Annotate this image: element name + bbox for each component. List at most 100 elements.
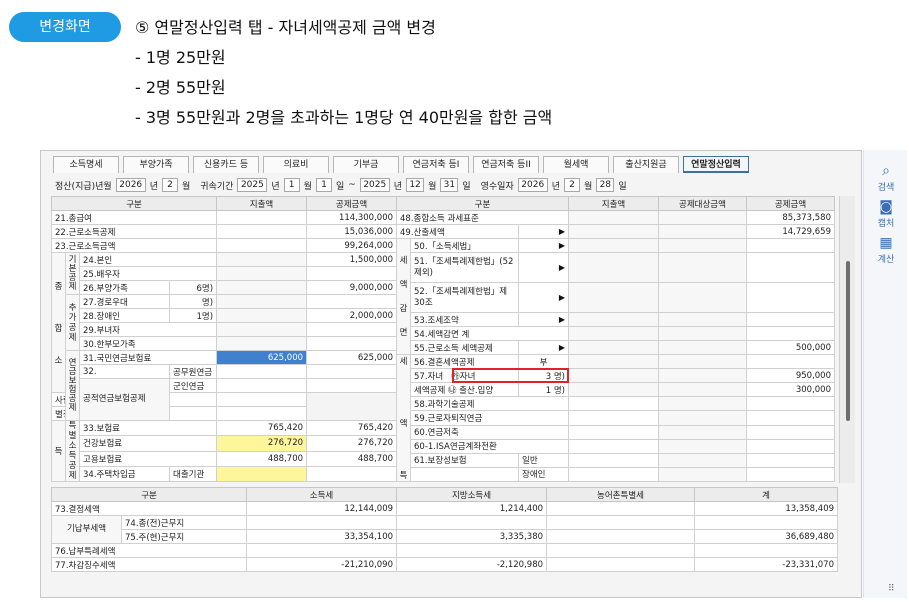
target-cell (658, 252, 747, 283)
to-year-field[interactable]: 2025 (359, 178, 390, 192)
note-line-3: - 3명 55만원과 2명을 초과하는 1명당 연 40만원을 합한 금액 (135, 108, 553, 127)
tab-medical[interactable]: 의료비 (263, 156, 329, 173)
col-header: 농어촌특별세 (546, 487, 696, 502)
group-label: 득 (51, 420, 66, 482)
credit-cell (746, 326, 835, 341)
expense-cell[interactable] (568, 466, 659, 483)
credit-cell: 14,729,659 (746, 224, 835, 239)
receipt-date-label: 영수일자 (480, 181, 514, 192)
tab-pension-savings-2[interactable]: 연금저축 등II (473, 156, 539, 173)
tab-year-end-input[interactable]: 연말정산입력 (683, 156, 749, 173)
row-label: 53.조세조약 (410, 312, 519, 327)
row-label: 75.주(현)근무지 (120, 529, 248, 544)
receipt-month-field[interactable]: 2 (564, 178, 581, 192)
expense-cell[interactable] (216, 224, 308, 239)
calculator-icon: ▦ (879, 235, 893, 251)
note-line-1: - 1명 25만원 (135, 48, 226, 67)
table-row: 61.보장성보험 일반 (397, 452, 835, 468)
expense-cell[interactable] (216, 238, 308, 253)
target-cell (658, 382, 747, 398)
credit-cell (746, 312, 835, 327)
deduction-cell (306, 465, 398, 483)
deduction-cell (216, 392, 308, 407)
expense-cell[interactable] (568, 424, 659, 440)
row-label: 49.산출세액 (396, 224, 519, 239)
count-cell[interactable]: 1명) (168, 308, 218, 323)
national-pension-expense-field[interactable]: 625,000 (216, 350, 308, 365)
tab-monthly-rent[interactable]: 월세액 (543, 156, 609, 173)
tab-bar: 소득명세 부양가족 신용카드 등 의료비 기부금 연금저축 등I 연금저축 등I… (53, 156, 753, 173)
settlement-year-field[interactable]: 2026 (115, 178, 146, 192)
tab-donation[interactable]: 기부금 (333, 156, 399, 173)
search-button[interactable]: ⌕ 검색 (864, 162, 908, 198)
row-label: 54.세액감면 계 (410, 326, 569, 341)
col-header: 지출액 (568, 196, 659, 211)
unit-label: 일 (462, 181, 471, 192)
calculator-button[interactable]: ▦ 계산 (864, 234, 908, 270)
arrow-button[interactable]: ▶ (518, 282, 569, 313)
tab-income-detail[interactable]: 소득명세 (53, 156, 119, 173)
credit-cell (746, 466, 835, 483)
marriage-credit-select[interactable]: 부 (518, 353, 569, 370)
expense-cell[interactable] (568, 410, 659, 426)
housing-loan-expense-field[interactable] (216, 465, 308, 483)
expense-cell[interactable]: 488,700 (216, 450, 308, 467)
settlement-month-field[interactable]: 2 (161, 178, 178, 192)
resize-grip-icon[interactable]: ⠿ (888, 584, 895, 594)
table-row: 세액특 56.결혼세액공제 부 (396, 353, 835, 482)
calc-label: 계산 (877, 255, 895, 265)
unit-label: 년 (551, 181, 561, 192)
col-header: 지방소득세 (396, 487, 548, 502)
extra-deduction-label: 추가공제 (65, 294, 80, 351)
row-label: 59.근로자퇴직연금 (410, 410, 569, 426)
row-sublabel: 군인연금 (168, 378, 218, 393)
table-row: 60-1.ISA연금계좌전환 (397, 438, 835, 454)
to-month-field[interactable]: 12 (406, 178, 425, 192)
expense-cell[interactable] (216, 210, 308, 225)
tab-pension-savings-1[interactable]: 연금저축 등I (403, 156, 469, 173)
expense-cell[interactable] (568, 396, 659, 412)
arrow-button[interactable]: ▶ (518, 252, 569, 283)
expense-cell[interactable] (168, 406, 218, 421)
row-label: 32. (79, 364, 170, 379)
deduction-cell: 625,000 (306, 350, 398, 365)
table-row: 고용보험료 488,700 488,700 (52, 450, 398, 467)
table-row: 건강보험료 276,720 276,720 (52, 435, 398, 452)
scrollbar-thumb[interactable] (846, 261, 850, 421)
receipt-day-field[interactable]: 28 (596, 178, 615, 192)
from-year-field[interactable]: 2025 (237, 178, 268, 192)
birth-adoption-count-field[interactable]: 1 명) (518, 382, 569, 398)
expense-cell[interactable] (168, 392, 218, 407)
deduction-cell (306, 266, 398, 281)
count-cell[interactable]: 명) (168, 294, 218, 309)
count-cell[interactable]: 6명) (168, 280, 218, 295)
from-month-field[interactable]: 1 (283, 178, 300, 192)
tab-credit-card[interactable]: 신용카드 등 (193, 156, 259, 173)
expense-cell[interactable] (568, 452, 659, 468)
target-cell (658, 466, 747, 483)
tab-dependents[interactable]: 부양가족 (123, 156, 189, 173)
arrow-button[interactable]: ▶ (518, 340, 569, 355)
arrow-button[interactable]: ▶ (518, 224, 569, 239)
tab-birth-support[interactable]: 출산지원금 (613, 156, 679, 173)
to-day-field[interactable]: 31 (440, 178, 459, 192)
target-cell (658, 312, 747, 327)
expense-cell[interactable] (216, 378, 308, 393)
credit-cell: 85,373,580 (746, 210, 835, 225)
rural-tax-cell (546, 543, 696, 558)
expense-cell[interactable] (216, 364, 308, 379)
expense-cell (216, 322, 308, 337)
arrow-button[interactable]: ▶ (518, 312, 569, 327)
vertical-scrollbar[interactable] (839, 196, 855, 483)
expense-cell[interactable] (568, 438, 659, 454)
health-insurance-expense-field[interactable]: 276,720 (216, 435, 308, 452)
target-cell (658, 424, 747, 440)
arrow-button[interactable]: ▶ (518, 238, 569, 253)
row-label: 52.「조세특례제한법」제30조 (410, 282, 519, 313)
from-day-field[interactable]: 1 (315, 178, 332, 192)
target-cell (658, 353, 747, 370)
capture-button[interactable]: ◙ 캡처 (864, 198, 908, 234)
target-cell (658, 368, 747, 384)
receipt-year-field[interactable]: 2026 (517, 178, 548, 192)
target-cell (658, 410, 747, 426)
